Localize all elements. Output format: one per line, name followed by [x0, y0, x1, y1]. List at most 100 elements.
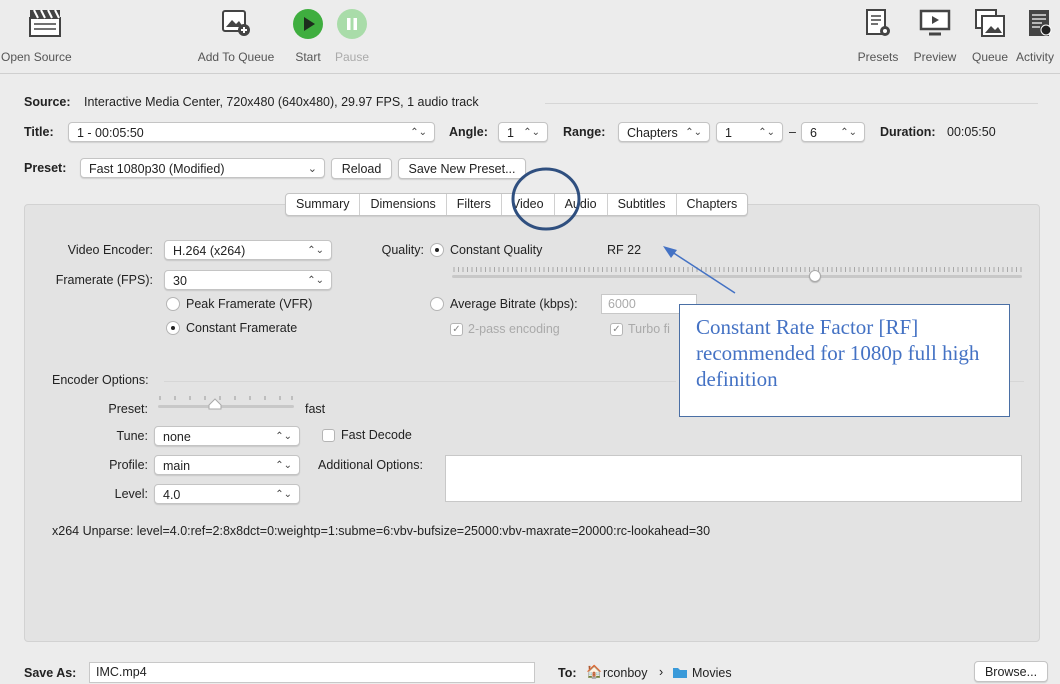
- video-encoder-select[interactable]: H.264 (x264) ⌃⌄: [164, 240, 332, 260]
- chevron-updown-icon: ⌃⌄: [275, 431, 292, 442]
- presets-button[interactable]: Presets: [852, 0, 904, 70]
- tab-summary[interactable]: Summary: [286, 194, 361, 215]
- chevron-updown-icon: ⌃⌄: [840, 127, 857, 138]
- chevron-updown-icon: ⌃⌄: [307, 245, 324, 256]
- open-source-button[interactable]: Open Source: [0, 0, 90, 70]
- peak-framerate-label: Peak Framerate (VFR): [186, 297, 313, 311]
- level-select[interactable]: 4.0 ⌃⌄: [154, 484, 300, 504]
- angle-value: 1: [507, 126, 514, 140]
- range-to-select[interactable]: 6 ⌃⌄: [801, 122, 865, 142]
- preset-value: Fast 1080p30 (Modified): [89, 162, 225, 176]
- profile-label: Profile:: [109, 458, 148, 472]
- add-to-queue-button[interactable]: Add To Queue: [190, 0, 282, 70]
- encoder-preset-label: Preset:: [108, 402, 148, 416]
- pause-label: Pause: [334, 50, 370, 64]
- save-new-preset-button[interactable]: Save New Preset...: [398, 158, 526, 179]
- preview-label: Preview: [913, 50, 957, 64]
- peak-framerate-radio[interactable]: [166, 297, 180, 311]
- queue-label: Queue: [971, 50, 1009, 64]
- tab-dimensions[interactable]: Dimensions: [360, 194, 447, 215]
- annotation-text: Constant Rate Factor [RF] recommended fo…: [696, 315, 980, 391]
- tune-label: Tune:: [116, 429, 148, 443]
- queue-icon: [975, 9, 1005, 37]
- chevron-updown-icon: ⌃⌄: [523, 127, 540, 138]
- range-from-select[interactable]: 1 ⌃⌄: [716, 122, 783, 142]
- tab-filters[interactable]: Filters: [447, 194, 502, 215]
- pause-button[interactable]: Pause: [332, 0, 372, 70]
- save-as-input[interactable]: IMC.mp4: [89, 662, 535, 683]
- chevron-updown-icon: ⌃⌄: [275, 460, 292, 471]
- duration-value: 00:05:50: [947, 125, 996, 139]
- destination-label: To:: [558, 666, 577, 680]
- tab-subtitles[interactable]: Subtitles: [608, 194, 677, 215]
- angle-label: Angle:: [449, 125, 488, 139]
- encoder-preset-ticks: [159, 396, 293, 400]
- framerate-select[interactable]: 30 ⌃⌄: [164, 270, 332, 290]
- add-to-queue-icon: [222, 10, 250, 36]
- rf-slider-knob[interactable]: [809, 270, 822, 282]
- toolbar-divider: [0, 73, 1060, 74]
- open-source-label: Open Source: [1, 50, 72, 64]
- source-label: Source:: [24, 95, 71, 109]
- fast-decode-checkbox[interactable]: [322, 429, 335, 442]
- reload-button[interactable]: Reload: [331, 158, 392, 179]
- add-to-queue-label: Add To Queue: [197, 50, 275, 64]
- encoder-preset-knob[interactable]: [208, 398, 222, 410]
- framerate-label: Framerate (FPS):: [55, 273, 153, 287]
- start-button[interactable]: Start: [290, 0, 326, 70]
- save-as-label: Save As:: [24, 666, 77, 680]
- two-pass-checkbox[interactable]: ✓: [450, 323, 463, 336]
- presets-label: Presets: [857, 50, 899, 64]
- annotation-callout: Constant Rate Factor [RF] recommended fo…: [679, 304, 1010, 417]
- clapperboard-icon: [29, 9, 61, 37]
- range-label: Range:: [563, 125, 606, 139]
- range-from-value: 1: [725, 126, 732, 140]
- range-mode-select[interactable]: Chapters ⌃⌄: [618, 122, 710, 142]
- tab-chapters[interactable]: Chapters: [677, 194, 748, 215]
- constant-framerate-label: Constant Framerate: [186, 321, 298, 335]
- range-dash: –: [789, 125, 796, 139]
- annotation-arrow: [663, 246, 736, 294]
- source-divider: [545, 103, 1038, 104]
- average-bitrate-radio[interactable]: [430, 297, 444, 311]
- constant-quality-radio[interactable]: [430, 243, 444, 257]
- turbo-label: Turbo fi: [628, 322, 670, 336]
- destination-user[interactable]: rconboy: [603, 666, 647, 680]
- activity-icon: [1029, 10, 1052, 36]
- preset-select[interactable]: Fast 1080p30 (Modified) ⌄: [80, 158, 325, 178]
- activity-button[interactable]: Activity: [1016, 0, 1060, 70]
- video-encoder-label: Video Encoder:: [67, 243, 153, 257]
- destination-folder[interactable]: Movies: [692, 666, 732, 680]
- turbo-checkbox[interactable]: ✓: [610, 323, 623, 336]
- chevron-down-icon: ⌄: [307, 163, 317, 175]
- profile-select[interactable]: main ⌃⌄: [154, 455, 300, 475]
- tune-value: none: [163, 430, 191, 444]
- encoder-options-label: Encoder Options:: [52, 373, 149, 387]
- x264-unparse-text: x264 Unparse: level=4.0:ref=2:8x8dct=0:w…: [52, 524, 711, 538]
- presets-icon: [866, 9, 890, 36]
- fast-decode-label: Fast Decode: [341, 428, 412, 442]
- path-separator: ›: [659, 665, 664, 679]
- chevron-updown-icon: ⌃⌄: [307, 275, 324, 286]
- encoder-preset-slider[interactable]: [158, 405, 294, 408]
- constant-framerate-radio[interactable]: [166, 321, 180, 335]
- activity-label: Activity: [1016, 50, 1055, 64]
- queue-button[interactable]: Queue: [966, 0, 1014, 70]
- range-to-value: 6: [810, 126, 817, 140]
- angle-select[interactable]: 1 ⌃⌄: [498, 122, 548, 142]
- additional-options-input[interactable]: [445, 455, 1022, 502]
- title-select[interactable]: 1 - 00:05:50 ⌃⌄: [68, 122, 435, 142]
- encoder-preset-value: fast: [305, 402, 326, 416]
- highlight-circle: [511, 167, 581, 231]
- preset-label: Preset:: [24, 161, 67, 175]
- rf-value: RF 22: [607, 243, 642, 257]
- chevron-updown-icon: ⌃⌄: [685, 127, 702, 138]
- preview-button[interactable]: Preview: [908, 0, 962, 70]
- profile-value: main: [163, 459, 191, 473]
- preview-icon: [919, 9, 951, 36]
- tune-select[interactable]: none ⌃⌄: [154, 426, 300, 446]
- play-icon: [293, 9, 323, 39]
- quality-label: Quality:: [381, 243, 424, 257]
- framerate-value: 30: [173, 274, 187, 288]
- browse-button[interactable]: Browse...: [974, 661, 1048, 682]
